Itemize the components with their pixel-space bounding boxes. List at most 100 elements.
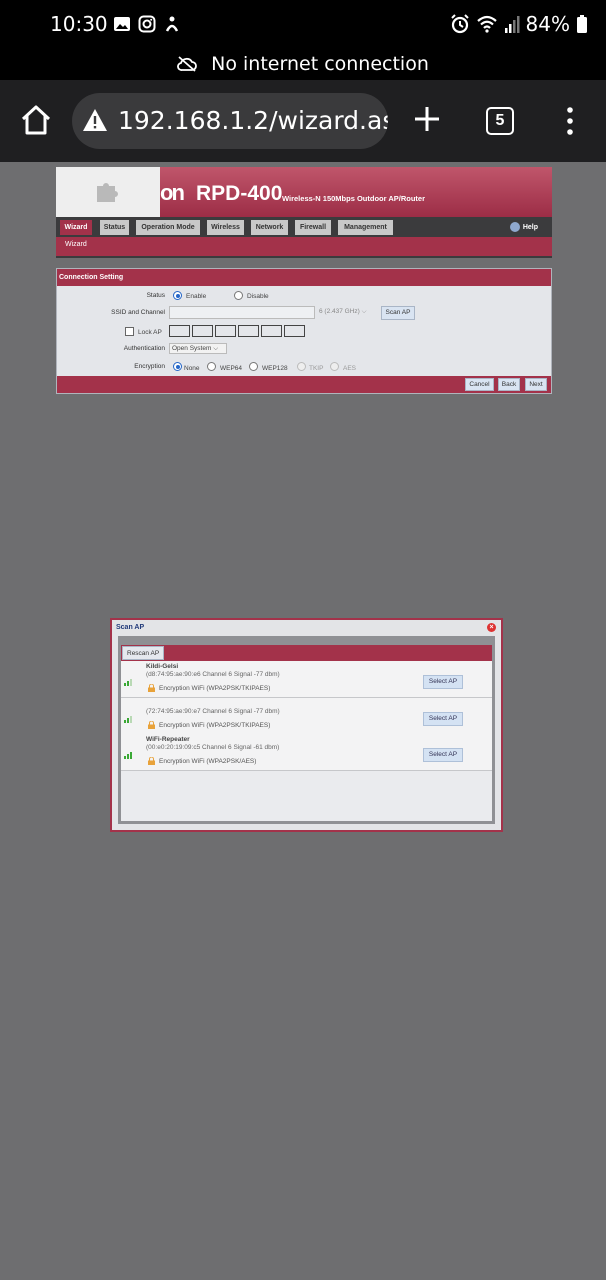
status-label: Status [146,292,165,299]
tab-wizard[interactable]: Wizard [60,220,92,235]
tab-network[interactable]: Network [251,220,288,235]
wellbeing-icon [165,16,179,32]
encryption-wep64-label: WEP64 [220,365,243,372]
tab-operation-mode[interactable]: Operation Mode [136,220,200,235]
ap-details: (00:e0:20:19:09:c5 Channel 6 Signal -61 … [146,744,280,751]
tab-management[interactable]: Management [338,220,393,235]
lock-ap-checkbox[interactable] [125,327,134,336]
url-text[interactable]: 192.168.1.2/wizard.as [118,106,388,135]
notification-icons [113,15,181,33]
signal-strength-icon [124,752,132,759]
select-ap-button[interactable]: Select AP [423,712,463,726]
ap-details: (72:74:95:ae:90:e7 Channel 6 Signal -77 … [146,708,280,715]
battery-percent: 84% [525,12,570,36]
connection-setting-form: Connection Setting Status Enable Disable… [56,268,552,394]
help-label[interactable]: Help [523,224,538,231]
cancel-button[interactable]: Cancel [465,378,494,391]
lock-ap-field-3[interactable] [215,325,236,337]
lock-ap-field-2[interactable] [192,325,213,337]
encryption-tkip-radio[interactable] [297,362,306,371]
ssid-label: SSID and Channel [111,309,165,316]
cloud-off-icon [177,56,197,72]
alarm-icon [450,14,469,34]
ap-name: WiFi-Repeater [146,736,190,743]
list-item: Kildi-Gelsi (d8:74:95:ae:90:e6 Channel 6… [121,661,492,698]
router-header: on RPD-400 Wireless-N 150Mbps Outdoor AP… [56,167,552,217]
instagram-icon [138,15,156,33]
lock-icon [148,721,155,729]
list-item: (72:74:95:ae:90:e7 Channel 6 Signal -77 … [121,698,492,735]
wifi-icon [476,15,497,33]
select-ap-button[interactable]: Select AP [423,675,463,689]
authentication-select[interactable]: Open System ⌵ [169,343,227,354]
channel-select[interactable]: 6 (2.437 GHz) ⌵ [317,307,379,319]
encryption-none-label: None [184,365,200,372]
dialog-toolbar [121,645,492,661]
close-icon[interactable]: × [487,623,496,632]
next-button[interactable]: Next [525,378,547,391]
ap-encryption: Encryption WiFi (WPA2PSK/TKIPAES) [159,685,271,692]
no-internet-banner: No internet connection [0,50,606,80]
router-subnav: Wizard [56,237,552,258]
tab-wireless[interactable]: Wireless [207,220,244,235]
back-button[interactable]: Back [498,378,520,391]
help-icon[interactable] [509,222,520,232]
encryption-tkip-label: TKIP [309,365,324,372]
ap-details: (d8:74:95:ae:90:e6 Channel 6 Signal -77 … [146,671,280,678]
encryption-wep64-radio[interactable] [207,362,216,371]
lock-ap-field-6[interactable] [284,325,305,337]
tab-status[interactable]: Status [100,220,129,235]
ap-encryption: Encryption WiFi (WPA2PSK/AES) [159,758,257,765]
list-item: WiFi-Repeater (00:e0:20:19:09:c5 Channel… [121,734,492,771]
rescan-ap-button[interactable]: Rescan AP [122,646,165,660]
form-footer: Cancel Back Next [57,376,551,393]
battery-icon [577,15,587,33]
lock-ap-field-5[interactable] [261,325,282,337]
dialog-title: Scan AP [116,624,145,631]
lock-ap-field-4[interactable] [238,325,259,337]
ap-name: Kildi-Gelsi [146,663,179,670]
logo-area [56,167,160,217]
help-link[interactable]: Help [509,222,538,232]
encryption-wep128-label: WEP128 [262,365,288,372]
lock-icon [148,757,155,765]
signal-icon [504,16,520,33]
lock-ap-field-1[interactable] [169,325,190,337]
more-menu-icon[interactable] [560,104,580,138]
tab-firewall[interactable]: Firewall [295,220,331,235]
missing-image-icon [97,183,118,202]
status-enable-radio[interactable] [173,291,182,300]
encryption-wep128-radio[interactable] [249,362,258,371]
authentication-label: Authentication [123,345,165,352]
browser-toolbar: 192.168.1.2/wizard.as 5 [0,80,606,162]
channel-value: 6 (2.437 GHz) [319,308,360,315]
dialog-body: Rescan AP Kildi-Gelsi (d8:74:95:ae:90:e6… [118,636,495,824]
select-ap-button[interactable]: Select AP [423,748,463,762]
brand-logo-text: on [160,180,185,205]
home-icon[interactable] [18,102,54,138]
clock: 10:30 [50,12,108,36]
address-bar[interactable]: 192.168.1.2/wizard.as [72,93,388,149]
status-enable-label: Enable [186,293,207,300]
ssid-input[interactable] [169,306,315,319]
status-bar: 10:30 84% [0,0,606,50]
scan-ap-dialog: Scan AP × Rescan AP Kildi-Gelsi (d8:74:9… [110,618,503,832]
subnav-wizard[interactable]: Wizard [65,241,87,248]
status-disable-radio[interactable] [234,291,243,300]
gallery-icon [114,17,130,31]
encryption-aes-label: AES [343,365,357,372]
system-icons: 84% [450,12,588,36]
router-nav: Wizard Status Operation Mode Wireless Ne… [56,217,552,237]
warning-icon[interactable] [82,108,108,132]
encryption-none-radio[interactable] [173,362,182,371]
new-tab-icon[interactable] [412,104,442,134]
scan-ap-button[interactable]: Scan AP [381,306,415,320]
ap-encryption: Encryption WiFi (WPA2PSK/TKIPAES) [159,722,271,729]
model-subtitle: Wireless-N 150Mbps Outdoor AP/Router [282,194,426,203]
no-internet-text: No internet connection [211,53,429,75]
encryption-label: Encryption [134,363,165,370]
lock-ap-label: Lock AP [138,329,162,336]
model-name: RPD-400 [196,182,283,205]
encryption-aes-radio[interactable] [330,362,339,371]
tab-switcher-button[interactable]: 5 [486,107,514,135]
